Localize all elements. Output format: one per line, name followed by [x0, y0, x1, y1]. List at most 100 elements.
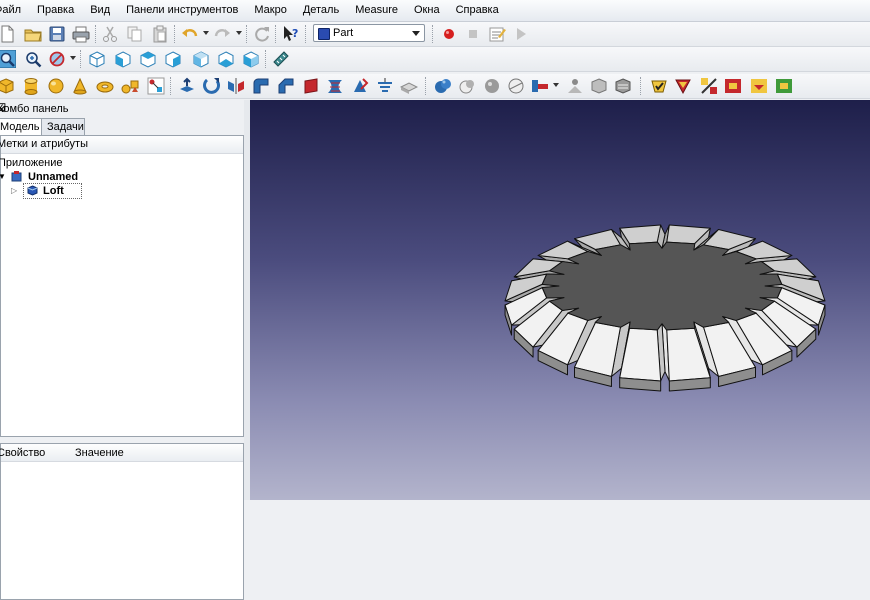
macro-run-icon[interactable] — [512, 25, 530, 43]
menu-windows[interactable]: Окна — [406, 0, 448, 21]
workbench-selector-value: Part — [333, 27, 354, 39]
check-geometry-icon[interactable] — [650, 77, 668, 95]
part-torus-icon[interactable] — [96, 77, 114, 95]
toolbar-separator — [640, 77, 643, 95]
refresh-icon[interactable] — [253, 25, 271, 43]
menu-help[interactable]: Справка — [448, 0, 507, 21]
chevron-down-icon — [412, 31, 420, 36]
part-make-face-icon[interactable] — [302, 77, 320, 95]
boolean-menu-icon[interactable] — [531, 77, 549, 95]
boolean-dropdown-arrow[interactable] — [553, 83, 559, 87]
paste-icon[interactable] — [151, 25, 169, 43]
projection-on-surface-icon[interactable] — [750, 77, 768, 95]
expand-arrow-icon[interactable]: ▷ — [11, 184, 17, 198]
part-mirror-icon[interactable] — [227, 77, 245, 95]
attachment-editor-icon[interactable] — [775, 77, 793, 95]
part-refine-shape-icon[interactable] — [614, 77, 632, 95]
redo-icon[interactable] — [213, 25, 231, 43]
new-document-icon[interactable] — [0, 25, 16, 43]
fit-selection-icon[interactable] — [24, 50, 42, 68]
part-sweep-icon[interactable] — [376, 77, 394, 95]
tab-model[interactable]: Модель — [0, 118, 46, 136]
toolbar-separator — [425, 77, 428, 95]
menu-file[interactable]: Файл — [0, 0, 29, 21]
draw-style-icon[interactable] — [48, 50, 66, 68]
defeaturing-icon[interactable] — [674, 77, 692, 95]
redo-dropdown-arrow[interactable] — [236, 31, 242, 35]
part-shape-from-mesh-icon[interactable] — [566, 77, 584, 95]
fit-all-icon[interactable] — [0, 50, 16, 68]
part-cone-icon[interactable] — [71, 77, 89, 95]
view-left-icon[interactable] — [242, 50, 260, 68]
part-ruled-surface-icon[interactable] — [326, 77, 344, 95]
view-axonometric-icon[interactable] — [88, 50, 106, 68]
toolbar-separator — [246, 25, 249, 43]
save-icon[interactable] — [48, 25, 66, 43]
value-column-header[interactable]: Значение — [75, 447, 124, 459]
print-icon[interactable] — [72, 25, 90, 43]
tree-header-label: Метки и атрибуты — [0, 138, 88, 150]
draw-style-dropdown-arrow[interactable] — [70, 56, 76, 60]
toolbar-separator — [275, 25, 278, 43]
part-toolbar — [0, 74, 870, 99]
part-convert-to-solid-icon[interactable] — [590, 77, 608, 95]
part-chamfer-icon[interactable] — [277, 77, 295, 95]
toolbar-separator — [305, 25, 308, 43]
part-loft-icon[interactable] — [351, 77, 369, 95]
document-icon — [11, 171, 22, 182]
macro-stop-icon[interactable] — [464, 25, 482, 43]
menu-measure[interactable]: Measure — [347, 0, 406, 21]
part-section-icon[interactable] — [400, 77, 418, 95]
part-primitives-icon[interactable] — [121, 77, 139, 95]
part-shape-builder-icon[interactable] — [147, 77, 165, 95]
boolean-common-icon[interactable] — [483, 77, 501, 95]
bevel-gear-model[interactable] — [250, 100, 870, 500]
menu-view[interactable]: Вид — [82, 0, 118, 21]
property-view: Свойство Значение — [0, 443, 244, 600]
part-box-icon[interactable] — [0, 77, 15, 95]
boolean-union-icon[interactable] — [434, 77, 452, 95]
menu-edit[interactable]: Правка — [29, 0, 82, 21]
part-fillet-icon[interactable] — [252, 77, 270, 95]
menu-toolbars[interactable]: Панели инструментов — [118, 0, 246, 21]
whats-this-icon[interactable]: ? — [282, 25, 300, 43]
menu-part[interactable]: Деталь — [295, 0, 347, 21]
collapse-arrow-icon[interactable]: ▼ — [0, 170, 6, 184]
3d-viewport[interactable] — [250, 100, 870, 500]
toolbar-separator — [80, 50, 83, 68]
macro-record-icon[interactable] — [440, 25, 458, 43]
undo-dropdown-arrow[interactable] — [203, 31, 209, 35]
combo-panel-titlebar: Комбо панель ❐ ✕ — [0, 102, 249, 117]
offset-tools-icon[interactable] — [700, 77, 718, 95]
macro-edit-icon[interactable] — [488, 25, 506, 43]
undo-icon[interactable] — [181, 25, 199, 43]
menu-macro[interactable]: Макро — [246, 0, 294, 21]
boolean-cut-icon[interactable] — [458, 77, 476, 95]
part-cylinder-icon[interactable] — [22, 77, 40, 95]
part-workbench-icon — [318, 28, 330, 40]
open-folder-icon[interactable] — [24, 25, 42, 43]
loft-icon — [27, 185, 38, 196]
thickness-icon[interactable] — [724, 77, 742, 95]
view-front-icon[interactable] — [114, 50, 132, 68]
toolbar-separator — [174, 25, 177, 43]
close-icon[interactable]: ✕ — [0, 103, 246, 116]
cut-icon[interactable] — [101, 25, 119, 43]
measure-distance-icon[interactable] — [272, 50, 290, 68]
view-rear-icon[interactable] — [192, 50, 210, 68]
tab-tasks[interactable]: Задачи — [41, 118, 85, 135]
view-top-icon[interactable] — [139, 50, 157, 68]
toolbar-separator — [170, 77, 173, 95]
part-sphere-icon[interactable] — [47, 77, 65, 95]
boolean-fragments-icon[interactable] — [507, 77, 525, 95]
part-extrude-icon[interactable] — [178, 77, 196, 95]
view-bottom-icon[interactable] — [217, 50, 235, 68]
copy-icon[interactable] — [126, 25, 144, 43]
tree-header: Метки и атрибуты — [0, 136, 243, 154]
workbench-selector[interactable]: Part — [313, 24, 425, 42]
property-column-header[interactable]: Свойство — [0, 447, 45, 459]
file-toolbar: ? Part — [0, 22, 870, 47]
view-right-icon[interactable] — [164, 50, 182, 68]
toolbar-separator — [95, 25, 98, 43]
part-revolve-icon[interactable] — [203, 77, 221, 95]
